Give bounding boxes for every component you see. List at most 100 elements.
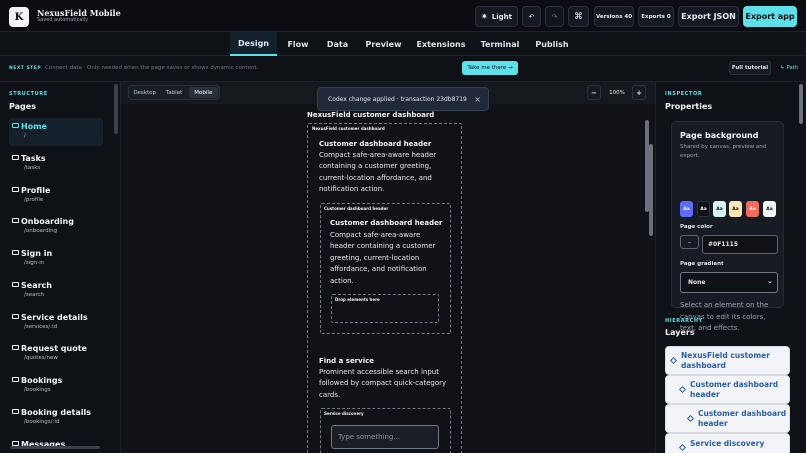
device-desktop-button[interactable]: Desktop <box>130 87 159 98</box>
layer-item[interactable]: Customer dashboard header <box>665 404 790 433</box>
export-app-button[interactable]: Export app <box>743 6 797 27</box>
background-swatch[interactable]: Aa <box>697 201 710 217</box>
page-item-messages[interactable]: Messages <box>9 436 103 453</box>
export-json-button[interactable]: Export JSON <box>678 6 739 27</box>
header-heading: Customer dashboard header <box>330 219 443 227</box>
page-icon <box>12 314 19 319</box>
tab-extensions[interactable]: Extensions <box>412 32 470 56</box>
layer-item[interactable]: Customer dashboard header <box>665 375 790 404</box>
device-tablet-button[interactable]: Tablet <box>159 87 188 98</box>
page-item-request-quote[interactable]: Request quote /quotes/new <box>9 340 103 368</box>
background-swatch[interactable]: Aa <box>763 201 776 217</box>
page-icon <box>12 218 19 223</box>
zoom-out-button[interactable]: − <box>587 85 601 100</box>
layer-item[interactable]: Service discovery <box>665 433 790 453</box>
full-tutorial-button[interactable]: Full tutorial <box>729 61 771 75</box>
page-item-path: /search <box>24 292 45 298</box>
page-item-tasks[interactable]: Tasks /tasks <box>9 150 103 178</box>
page-item-home[interactable]: Home / <box>9 118 103 146</box>
structure-scrollbar[interactable] <box>114 84 118 134</box>
page-item-service-details[interactable]: Service details /services/:id <box>9 309 103 337</box>
background-swatch[interactable]: Aa <box>746 201 759 217</box>
background-swatch[interactable]: Aa <box>680 201 693 217</box>
design-canvas: Desktop Tablet Mobile Codex change appli… <box>121 82 655 453</box>
hierarchy-scrollbar[interactable] <box>799 84 803 124</box>
zoom-in-button[interactable]: + <box>632 85 646 100</box>
page-item-title: Home <box>21 122 47 131</box>
versions-button[interactable]: Versions 40 <box>594 6 634 27</box>
drop-zone[interactable]: Drop elements here <box>331 294 439 323</box>
close-icon[interactable]: × <box>474 95 481 104</box>
page-icon <box>12 155 19 160</box>
page-icon <box>12 282 19 287</box>
service-discovery-frame[interactable]: Service discovery Type something... <box>320 408 451 453</box>
exports-button[interactable]: Exports 0 <box>638 6 674 27</box>
page-color-input[interactable]: #0F1115 <box>702 235 778 254</box>
page-item-path: /services/:id <box>24 324 58 330</box>
layer-item-title: NexusField customer dashboard <box>681 351 770 370</box>
page-item-title: Booking details <box>21 408 91 417</box>
background-swatch[interactable]: Aa <box>729 201 742 217</box>
page-item-booking-details[interactable]: Booking details /bookings/:id <box>9 404 103 432</box>
app-logo: K <box>9 7 29 27</box>
mobile-preview: NexusField customer dashboard NexusField… <box>121 104 655 453</box>
inspector-panel: INSPECTOR Properties Page background Sha… <box>655 82 806 453</box>
structure-section-label: STRUCTURE <box>9 91 48 97</box>
page-item-title: Bookings <box>21 376 63 385</box>
find-service-body: Prominent accessible search input follow… <box>319 368 447 399</box>
header-frame[interactable]: Customer dashboard header Customer dashb… <box>320 203 451 334</box>
service-search-input[interactable]: Type something... <box>331 425 439 449</box>
layer-item-title: Service discovery <box>690 439 765 448</box>
header-frame-tag: Customer dashboard header <box>324 206 389 211</box>
properties-heading: Properties <box>665 102 713 111</box>
command-palette-button[interactable]: ⌘ <box>568 6 589 27</box>
tab-design[interactable]: Design <box>230 32 277 56</box>
inspector-section-label: INSPECTOR <box>665 91 703 97</box>
top-bar: K NexusField Mobile Saved automatically … <box>0 0 806 32</box>
page-background-card: Page background Shared by canvas, previe… <box>671 121 784 332</box>
undo-button[interactable]: ↶ <box>522 6 541 27</box>
layer-item-title: Customer dashboard header <box>690 380 779 399</box>
device-mobile-button[interactable]: Mobile <box>188 87 218 98</box>
drop-zone-label: Drop elements here <box>335 297 380 302</box>
pages-heading: Pages <box>9 102 36 111</box>
tab-preview[interactable]: Preview <box>361 32 406 56</box>
device-toggle: Desktop Tablet Mobile <box>128 85 220 100</box>
color-picker-button[interactable]: – <box>680 235 699 249</box>
tab-flow[interactable]: Flow <box>281 32 315 56</box>
page-item-path: /onboarding <box>24 228 58 234</box>
canvas-scrollbar[interactable] <box>649 144 653 236</box>
structure-horizontal-scrollbar[interactable] <box>10 446 100 449</box>
layer-icon <box>678 385 687 394</box>
redo-icon: ↷ <box>551 12 558 21</box>
root-frame-tag: NexusField customer dashboard <box>312 126 385 131</box>
tab-terminal[interactable]: Terminal <box>476 32 524 56</box>
page-gradient-select[interactable]: None ⌄ <box>680 272 778 293</box>
chevron-down-icon: ⌄ <box>767 277 773 285</box>
inspector-scrollbar[interactable] <box>645 120 649 212</box>
page-item-path: /tasks <box>24 165 41 171</box>
take-me-there-button[interactable]: Take me there → <box>462 61 518 75</box>
page-item-sign-in[interactable]: Sign in /sign-in <box>9 245 103 273</box>
page-item-onboarding[interactable]: Onboarding /onboarding <box>9 213 103 241</box>
background-swatch[interactable]: Aa <box>713 201 726 217</box>
theme-toggle-button[interactable]: ✷ Light <box>475 6 518 27</box>
page-item-title: Tasks <box>21 154 46 163</box>
redo-button[interactable]: ↷ <box>545 6 564 27</box>
page-item-search[interactable]: Search /search <box>9 277 103 305</box>
page-icon <box>12 187 19 192</box>
page-item-title: Service details <box>21 313 88 322</box>
toast-message: Codex change applied · transaction 23db8… <box>328 95 467 103</box>
layer-item-title: Customer dashboard header <box>698 409 787 428</box>
page-icon <box>12 250 19 255</box>
header-body: Compact safe-area-aware header containin… <box>330 231 436 285</box>
page-item-bookings[interactable]: Bookings /bookings <box>9 372 103 400</box>
root-frame[interactable]: NexusField customer dashboard Customer d… <box>307 123 462 453</box>
tab-data[interactable]: Data <box>320 32 355 56</box>
structure-panel: STRUCTURE Pages Home / Tasks /tasks Prof… <box>0 82 121 453</box>
layer-item[interactable]: NexusField customer dashboard <box>665 346 790 375</box>
path-link[interactable]: ↳ Path <box>780 65 798 71</box>
layer-icon <box>669 356 678 365</box>
page-item-profile[interactable]: Profile /profile <box>9 182 103 210</box>
tab-publish[interactable]: Publish <box>530 32 574 56</box>
